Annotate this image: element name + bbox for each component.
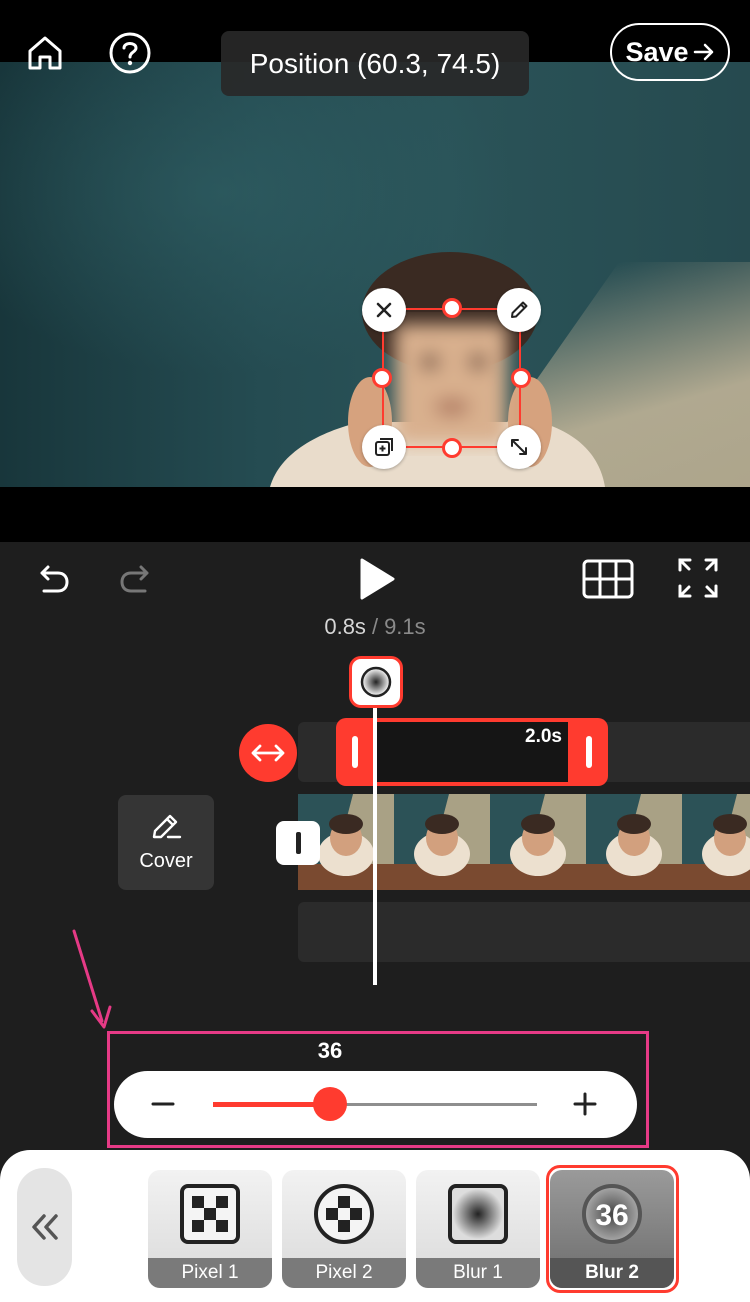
effect-pixel-2[interactable]: Pixel 2 bbox=[282, 1170, 406, 1288]
mosaic-selection-box[interactable] bbox=[382, 308, 521, 448]
question-icon bbox=[109, 32, 151, 74]
grid-icon bbox=[582, 559, 634, 599]
resize-handle-left[interactable] bbox=[372, 368, 392, 388]
redo-button[interactable] bbox=[115, 557, 159, 601]
resize-diagonal-icon bbox=[511, 439, 527, 455]
total-time: 9.1s bbox=[384, 614, 426, 639]
slider-thumb[interactable] bbox=[312, 1087, 347, 1121]
video-filmstrip[interactable] bbox=[298, 794, 750, 890]
play-icon bbox=[360, 558, 395, 600]
current-time: 0.8s bbox=[324, 614, 366, 639]
pixel-circle-icon bbox=[314, 1184, 374, 1244]
grid-button[interactable] bbox=[582, 558, 634, 600]
effect-label: Blur 1 bbox=[416, 1258, 540, 1288]
time-display: 0.8s/9.1s bbox=[0, 614, 750, 640]
annotation-arrow bbox=[72, 929, 112, 1029]
pencil-icon bbox=[152, 814, 182, 839]
play-button[interactable] bbox=[353, 554, 401, 604]
help-button[interactable] bbox=[107, 30, 153, 76]
cover-label: Cover bbox=[139, 850, 193, 872]
clip-trim-left-handle[interactable] bbox=[352, 736, 358, 768]
video-preview[interactable] bbox=[0, 62, 750, 487]
fullscreen-button[interactable] bbox=[676, 556, 720, 600]
position-tooltip: Position (60.3, 74.5) bbox=[221, 31, 529, 96]
empty-track bbox=[298, 902, 750, 962]
blur-dot-icon bbox=[360, 666, 392, 698]
undo-button[interactable] bbox=[30, 557, 74, 601]
filmstrip-frame bbox=[682, 794, 750, 890]
collapse-panel-button[interactable] bbox=[17, 1168, 72, 1286]
blur-square-icon bbox=[448, 1184, 508, 1244]
redo-icon bbox=[120, 565, 149, 593]
decrease-button[interactable] bbox=[150, 1091, 176, 1117]
resize-handle-top[interactable] bbox=[442, 298, 462, 318]
undo-icon bbox=[40, 565, 69, 593]
pencil-icon bbox=[511, 301, 528, 318]
cover-button[interactable]: Cover bbox=[118, 795, 214, 890]
resize-handle-bottom[interactable] bbox=[442, 438, 462, 458]
scale-region-button[interactable] bbox=[497, 425, 541, 469]
intensity-value: 36 bbox=[317, 1038, 343, 1063]
video-frame-person bbox=[270, 252, 605, 487]
effect-label: Pixel 2 bbox=[282, 1258, 406, 1288]
plus-icon bbox=[573, 1092, 597, 1116]
effect-label: Pixel 1 bbox=[148, 1258, 272, 1288]
resize-handle-right[interactable] bbox=[511, 368, 531, 388]
move-clip-button[interactable] bbox=[239, 724, 297, 782]
clip-duration: 2.0s bbox=[525, 726, 562, 747]
pixel-grid-icon bbox=[180, 1184, 240, 1244]
effect-blur-1[interactable]: Blur 1 bbox=[416, 1170, 540, 1288]
home-button[interactable] bbox=[22, 30, 68, 76]
playhead-line bbox=[373, 700, 377, 985]
filmstrip-frame bbox=[586, 794, 682, 890]
intensity-slider-control bbox=[114, 1071, 637, 1138]
filmstrip-trim-handle[interactable] bbox=[276, 821, 320, 865]
double-chevron-left-icon bbox=[31, 1214, 58, 1240]
filmstrip-frame bbox=[490, 794, 586, 890]
effect-pixel-1[interactable]: Pixel 1 bbox=[148, 1170, 272, 1288]
arrows-horizontal-icon bbox=[251, 744, 285, 762]
arrow-right-icon bbox=[693, 43, 713, 61]
save-label: Save bbox=[625, 36, 689, 67]
edit-region-button[interactable] bbox=[497, 288, 541, 332]
duplicate-icon bbox=[375, 438, 393, 456]
playhead-keyframe-button[interactable] bbox=[349, 656, 403, 708]
duplicate-region-button[interactable] bbox=[362, 425, 406, 469]
save-button[interactable]: Save bbox=[610, 23, 730, 81]
time-separator: / bbox=[371, 614, 379, 639]
fullscreen-icon bbox=[678, 558, 718, 598]
filmstrip-frame bbox=[394, 794, 490, 890]
clip-trim-right-handle[interactable] bbox=[586, 736, 592, 768]
close-icon bbox=[376, 302, 392, 318]
selected-effect-indicator bbox=[546, 1165, 679, 1293]
delete-region-button[interactable] bbox=[362, 288, 406, 332]
intensity-slider[interactable] bbox=[213, 1087, 537, 1121]
home-icon bbox=[28, 36, 62, 70]
preview-bottom-bar bbox=[0, 487, 750, 542]
increase-button[interactable] bbox=[572, 1091, 598, 1117]
minus-icon bbox=[151, 1102, 175, 1106]
